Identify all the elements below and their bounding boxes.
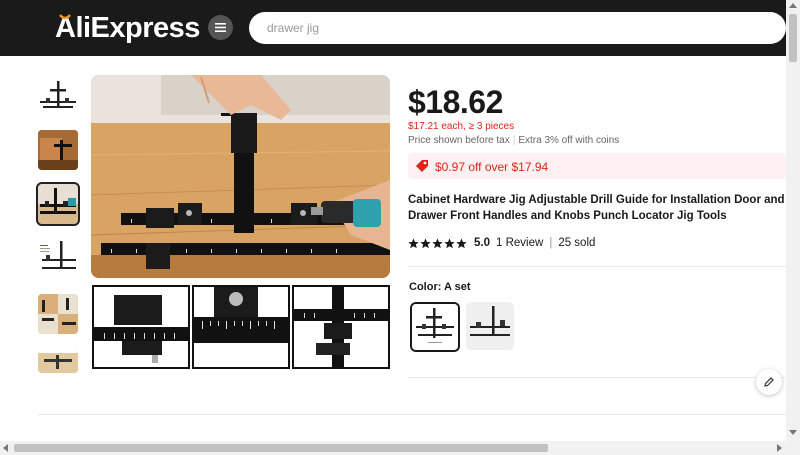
thumbnail-1[interactable] [38,77,78,117]
scroll-down-arrow-icon[interactable] [789,430,797,435]
logo-smile-icon [59,14,71,20]
divider [408,377,786,378]
search-input[interactable]: drawer jig [249,12,786,44]
color-option-a-set[interactable] [410,302,460,352]
thumbnail-2[interactable] [38,130,78,170]
sub-image-1[interactable] [92,285,190,369]
vertical-scroll-thumb[interactable] [789,14,797,62]
search-placeholder: drawer jig [267,21,320,35]
edit-button[interactable] [756,369,782,395]
vertical-scrollbar[interactable] [786,0,800,441]
coupon-tag-icon [416,160,428,172]
product-price: $18.62 [408,84,503,120]
thumbnail-3-selected[interactable] [36,182,80,226]
horizontal-scroll-thumb[interactable] [14,444,548,452]
color-option-2[interactable] [466,302,514,350]
rating-score: 5.0 [474,237,490,249]
star-icon [408,238,419,248]
star-icon [456,238,467,248]
pencil-icon [764,377,774,387]
site-header: AliExpress drawer jig [0,0,786,56]
main-product-image[interactable] [91,75,390,278]
color-label: Color: A set [409,281,471,293]
thumbnail-5[interactable] [38,294,78,334]
scroll-up-arrow-icon[interactable] [789,3,797,8]
sub-image-2[interactable] [192,285,290,369]
rating-stars [408,238,467,249]
product-title: Cabinet Hardware Jig Adjustable Drill Gu… [408,194,785,222]
scroll-right-arrow-icon[interactable] [777,444,782,452]
aliexpress-logo[interactable]: AliExpress [55,14,200,43]
coupon-text: $0.97 off over $17.94 [435,160,549,174]
divider [408,266,786,267]
tax-note-text: Price shown before tax [408,135,510,146]
divider [38,414,786,415]
star-icon [420,238,431,248]
thumbnail-6[interactable] [38,349,78,373]
separator: | [549,237,553,249]
reviews-link[interactable]: 1 Review [496,237,543,249]
menu-button[interactable] [208,15,233,40]
scroll-left-arrow-icon[interactable] [3,444,8,452]
thumbnail-4[interactable] [38,239,78,279]
hamburger-icon [215,23,226,32]
coins-note: Extra 3% off with coins [518,135,620,146]
star-icon [432,238,443,248]
horizontal-scrollbar[interactable] [0,441,800,455]
separator: | [512,135,516,146]
coupon-banner[interactable]: $0.97 off over $17.94 [408,153,786,179]
bulk-price: $17.21 each, ≥ 3 pieces [408,121,515,132]
tax-note: Price shown before tax | Extra 3% off with… [408,135,619,146]
rating-row: 5.0 1 Review | 25 sold [408,237,595,249]
sub-image-3[interactable] [292,285,390,369]
star-icon [444,238,455,248]
sold-count: 25 sold [558,237,596,249]
